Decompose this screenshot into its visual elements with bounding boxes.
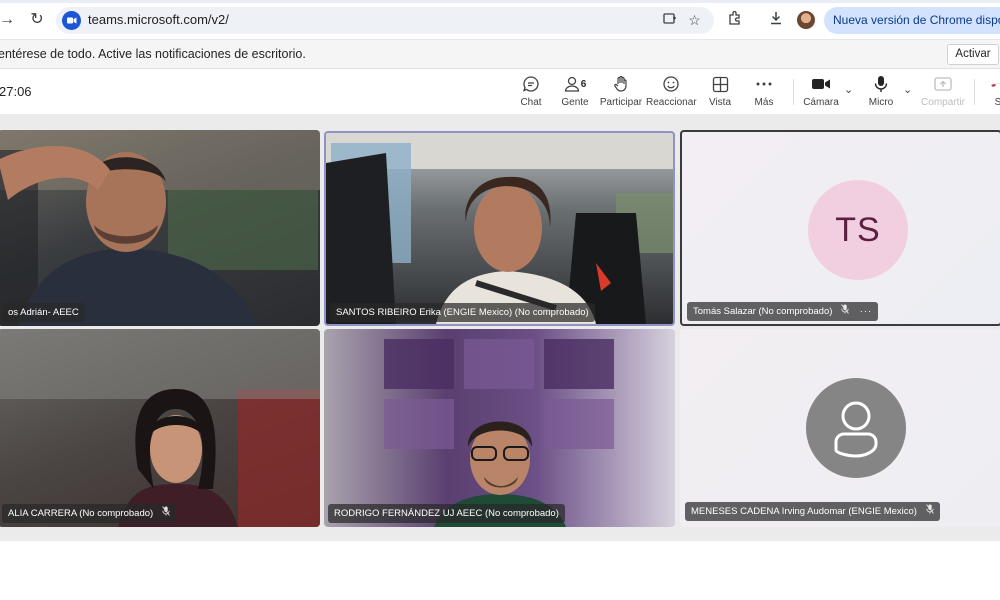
participant-name-tag: RODRIGO FERNÁNDEZ UJ AEEC (No comprobado… xyxy=(328,504,565,523)
share-button[interactable]: Compartir xyxy=(920,74,966,112)
leave-icon xyxy=(988,74,1000,94)
grid-icon xyxy=(705,74,735,94)
mic-button[interactable]: Micro xyxy=(866,74,896,112)
participant-name: SANTOS RIBEIRO Erika (ENGIE Mexico) (No … xyxy=(336,307,589,318)
participant-name: os Adrián- AEEC xyxy=(8,307,79,318)
people-button[interactable]: 6 Gente xyxy=(558,74,592,112)
anonymous-avatar xyxy=(806,378,906,478)
react-label: Reaccionar xyxy=(646,97,697,108)
leave-label: S xyxy=(994,97,1000,108)
address-bar[interactable]: teams.microsoft.com/v2/ ☆ xyxy=(56,7,714,34)
participant-name-tag: os Adrián- AEEC xyxy=(2,303,85,322)
teams-favicon-icon xyxy=(62,11,81,30)
people-label: Gente xyxy=(561,97,589,108)
participant-name: RODRIGO FERNÁNDEZ UJ AEEC (No comprobado… xyxy=(334,508,559,519)
participant-name: MENESES CADENA Irving Audomar (ENGIE Mex… xyxy=(691,506,917,517)
person-icon xyxy=(834,401,878,458)
camera-options-chevron-icon[interactable]: ⌄ xyxy=(844,83,853,96)
more-label: Más xyxy=(754,97,774,108)
chat-button[interactable]: Chat xyxy=(516,74,546,112)
share-icon xyxy=(920,74,966,94)
install-app-icon[interactable] xyxy=(661,12,678,29)
people-icon: 6 xyxy=(558,74,592,94)
participant-name-tag: SANTOS RIBEIRO Erika (ENGIE Mexico) (No … xyxy=(330,303,595,322)
mic-icon xyxy=(866,74,896,94)
mic-options-chevron-icon[interactable]: ⌄ xyxy=(903,83,912,96)
participant-initials-avatar: TS xyxy=(808,180,908,280)
toolbar-divider xyxy=(974,79,975,105)
url-text: teams.microsoft.com/v2/ xyxy=(88,12,229,27)
camera-button[interactable]: Cámara xyxy=(802,74,840,112)
camera-icon xyxy=(802,74,840,94)
forward-icon[interactable]: → xyxy=(0,9,18,31)
participant-more-icon[interactable]: ··· xyxy=(860,302,873,321)
participant-video-frame xyxy=(0,130,320,326)
participant-name-tag: Tomás Salazar (No comprobado) ··· xyxy=(687,302,879,321)
extensions-icon[interactable] xyxy=(725,10,745,30)
activate-notifications-button[interactable]: Activar xyxy=(947,44,999,65)
participant-avatar-tile[interactable]: MENESES CADENA Irving Audomar (ENGIE Mex… xyxy=(680,329,1000,527)
raise-hand-button[interactable]: Participar xyxy=(599,74,643,112)
participant-name-tag: ALIA CARRERA (No comprobado) xyxy=(2,504,176,523)
participant-video-frame xyxy=(384,339,614,527)
participant-video-frame xyxy=(326,133,673,324)
participant-video-tile[interactable]: os Adrián- AEEC xyxy=(0,130,320,326)
mic-muted-icon xyxy=(841,302,849,321)
meeting-toolbar: 27:06 Chat 6 Gente Participar Reaccionar… xyxy=(0,69,1000,115)
profile-avatar[interactable] xyxy=(797,11,815,29)
view-button[interactable]: Vista xyxy=(705,74,735,112)
tab-strip-edge xyxy=(0,0,1000,3)
more-icon xyxy=(750,74,778,94)
chrome-update-button[interactable]: Nueva versión de Chrome disponible xyxy=(824,7,1000,34)
video-grid: os Adrián- AEEC SANTOS RIBEIRO Erika (EN… xyxy=(0,115,1000,541)
smile-icon xyxy=(646,74,696,94)
notification-banner: entérese de todo. Active las notificacio… xyxy=(0,40,1000,69)
leave-button[interactable]: S xyxy=(988,74,1000,112)
chat-label: Chat xyxy=(520,97,542,108)
mic-muted-icon xyxy=(161,504,170,523)
raise-hand-label: Participar xyxy=(599,97,643,108)
page-background xyxy=(0,541,1000,600)
view-label: Vista xyxy=(708,97,732,108)
camera-label: Cámara xyxy=(803,97,839,108)
participant-avatar-tile[interactable]: TS Tomás Salazar (No comprobado) ··· xyxy=(680,130,1000,326)
participant-video-tile-active-speaker[interactable]: SANTOS RIBEIRO Erika (ENGIE Mexico) (No … xyxy=(324,131,675,326)
react-button[interactable]: Reaccionar xyxy=(646,74,697,112)
chat-icon xyxy=(516,74,546,94)
participant-name: Tomás Salazar (No comprobado) xyxy=(693,306,833,317)
participant-video-frame xyxy=(0,329,320,527)
participant-video-tile[interactable]: RODRIGO FERNÁNDEZ UJ AEEC (No comprobado… xyxy=(324,329,675,527)
reload-icon[interactable]: ↻ xyxy=(26,9,48,31)
meeting-timer: 27:06 xyxy=(0,84,32,99)
people-count: 6 xyxy=(580,78,587,90)
notification-text: entérese de todo. Active las notificacio… xyxy=(0,47,306,61)
mic-muted-icon xyxy=(925,502,934,521)
participant-video-tile[interactable]: ALIA CARRERA (No comprobado) xyxy=(0,329,320,527)
mic-label: Micro xyxy=(868,97,894,108)
browser-toolbar: → ↻ teams.microsoft.com/v2/ ☆ Nueva vers… xyxy=(0,0,1000,40)
participant-name: ALIA CARRERA (No comprobado) xyxy=(8,508,154,519)
download-icon[interactable] xyxy=(766,10,786,30)
toolbar-divider xyxy=(793,79,794,105)
participant-name-tag: MENESES CADENA Irving Audomar (ENGIE Mex… xyxy=(685,502,940,521)
raise-hand-icon xyxy=(599,74,643,94)
bookmark-star-icon[interactable]: ☆ xyxy=(686,12,703,29)
more-button[interactable]: Más xyxy=(750,74,778,112)
share-label: Compartir xyxy=(921,97,965,108)
